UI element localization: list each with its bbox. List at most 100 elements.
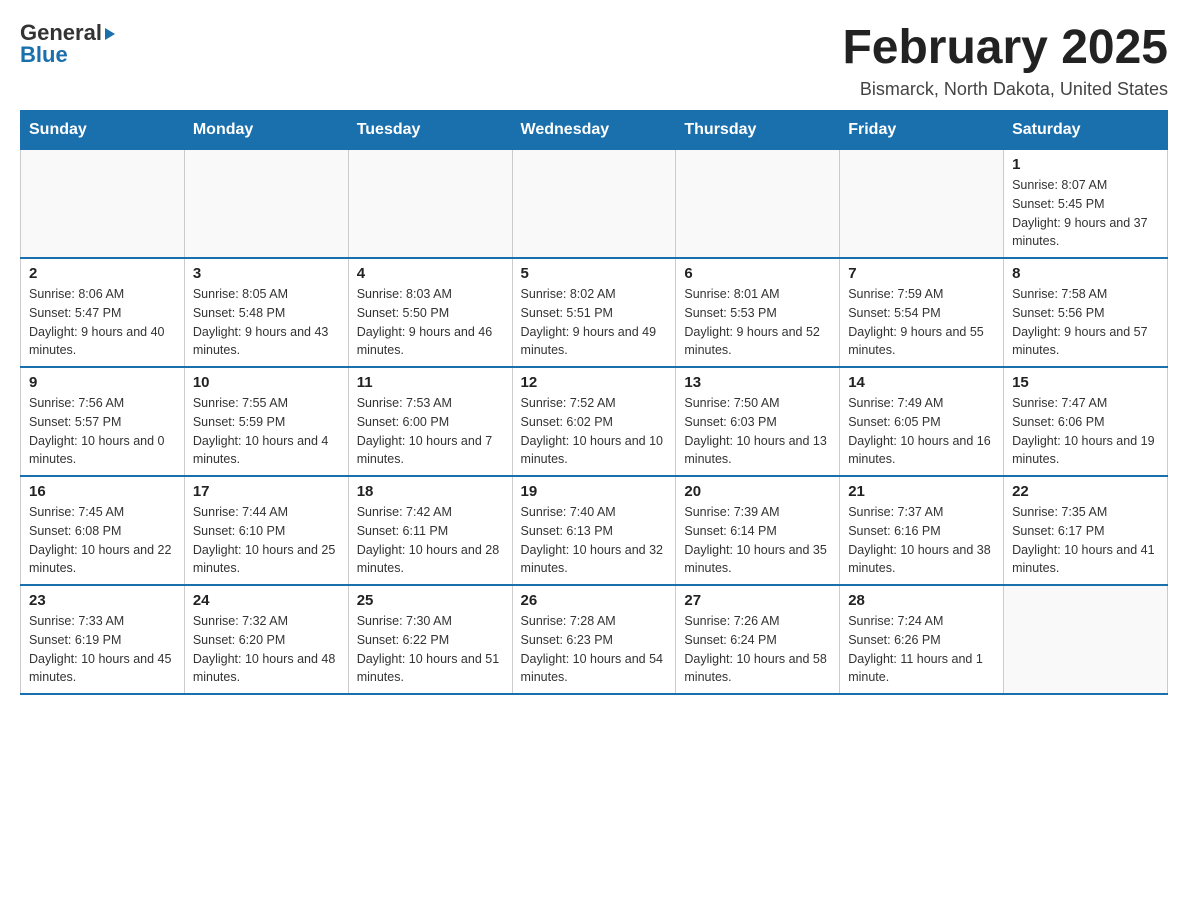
day-number: 13 [684, 374, 831, 391]
day-info: Sunrise: 7:55 AMSunset: 5:59 PMDaylight:… [193, 394, 340, 469]
day-info: Sunrise: 7:35 AMSunset: 6:17 PMDaylight:… [1012, 503, 1159, 578]
day-number: 9 [29, 374, 176, 391]
calendar-cell: 19 Sunrise: 7:40 AMSunset: 6:13 PMDayligh… [512, 476, 676, 585]
logo: General Blue [20, 20, 115, 68]
day-number: 10 [193, 374, 340, 391]
header-saturday: Saturday [1004, 111, 1168, 150]
day-info: Sunrise: 7:39 AMSunset: 6:14 PMDaylight:… [684, 503, 831, 578]
day-info: Sunrise: 8:02 AMSunset: 5:51 PMDaylight:… [521, 285, 668, 360]
day-info: Sunrise: 8:01 AMSunset: 5:53 PMDaylight:… [684, 285, 831, 360]
day-info: Sunrise: 8:03 AMSunset: 5:50 PMDaylight:… [357, 285, 504, 360]
calendar-week-row-1: 1Sunrise: 8:07 AMSunset: 5:45 PMDaylight… [21, 150, 1168, 259]
day-info: Sunrise: 7:47 AMSunset: 6:06 PMDaylight:… [1012, 394, 1159, 469]
day-info: Sunrise: 7:52 AMSunset: 6:02 PMDaylight:… [521, 394, 668, 469]
header-tuesday: Tuesday [348, 111, 512, 150]
calendar-cell [676, 150, 840, 259]
day-info: Sunrise: 7:49 AMSunset: 6:05 PMDaylight:… [848, 394, 995, 469]
calendar-cell: 11 Sunrise: 7:53 AMSunset: 6:00 PMDayligh… [348, 367, 512, 476]
page-header: General Blue February 2025 Bismarck, Nor… [20, 20, 1168, 100]
day-number: 5 [521, 265, 668, 282]
day-number: 4 [357, 265, 504, 282]
day-number: 23 [29, 592, 176, 609]
calendar-cell: 17 Sunrise: 7:44 AMSunset: 6:10 PMDayligh… [184, 476, 348, 585]
day-number: 21 [848, 483, 995, 500]
calendar-cell: 28 Sunrise: 7:24 AMSunset: 6:26 PMDayligh… [840, 585, 1004, 694]
day-number: 17 [193, 483, 340, 500]
day-info: Sunrise: 7:26 AMSunset: 6:24 PMDaylight:… [684, 612, 831, 687]
calendar-cell: 25 Sunrise: 7:30 AMSunset: 6:22 PMDayligh… [348, 585, 512, 694]
calendar-subtitle: Bismarck, North Dakota, United States [842, 79, 1168, 100]
day-info: Sunrise: 7:50 AMSunset: 6:03 PMDaylight:… [684, 394, 831, 469]
day-number: 14 [848, 374, 995, 391]
calendar-cell: 1Sunrise: 8:07 AMSunset: 5:45 PMDaylight… [1004, 150, 1168, 259]
day-info: Sunrise: 7:24 AMSunset: 6:26 PMDaylight:… [848, 612, 995, 687]
day-number: 28 [848, 592, 995, 609]
day-info: Sunrise: 7:58 AMSunset: 5:56 PMDaylight:… [1012, 285, 1159, 360]
calendar-cell: 23 Sunrise: 7:33 AMSunset: 6:19 PMDayligh… [21, 585, 185, 694]
header-wednesday: Wednesday [512, 111, 676, 150]
day-info: Sunrise: 7:30 AMSunset: 6:22 PMDaylight:… [357, 612, 504, 687]
day-number: 6 [684, 265, 831, 282]
calendar-cell [840, 150, 1004, 259]
calendar-cell: 2 Sunrise: 8:06 AMSunset: 5:47 PMDaylight… [21, 258, 185, 367]
calendar-cell: 21 Sunrise: 7:37 AMSunset: 6:16 PMDayligh… [840, 476, 1004, 585]
calendar-cell: 18 Sunrise: 7:42 AMSunset: 6:11 PMDayligh… [348, 476, 512, 585]
calendar-cell: 9 Sunrise: 7:56 AMSunset: 5:57 PMDaylight… [21, 367, 185, 476]
day-info: Sunrise: 7:40 AMSunset: 6:13 PMDaylight:… [521, 503, 668, 578]
calendar-cell [21, 150, 185, 259]
calendar-cell [1004, 585, 1168, 694]
calendar-cell: 20 Sunrise: 7:39 AMSunset: 6:14 PMDayligh… [676, 476, 840, 585]
day-info: Sunrise: 7:33 AMSunset: 6:19 PMDaylight:… [29, 612, 176, 687]
day-info: Sunrise: 7:42 AMSunset: 6:11 PMDaylight:… [357, 503, 504, 578]
day-info: Sunrise: 7:32 AMSunset: 6:20 PMDaylight:… [193, 612, 340, 687]
calendar-cell: 24 Sunrise: 7:32 AMSunset: 6:20 PMDayligh… [184, 585, 348, 694]
day-number: 27 [684, 592, 831, 609]
day-number: 20 [684, 483, 831, 500]
day-info: Sunrise: 8:06 AMSunset: 5:47 PMDaylight:… [29, 285, 176, 360]
day-info: Sunrise: 7:37 AMSunset: 6:16 PMDaylight:… [848, 503, 995, 578]
calendar-table: Sunday Monday Tuesday Wednesday Thursday… [20, 110, 1168, 695]
day-number: 3 [193, 265, 340, 282]
header-monday: Monday [184, 111, 348, 150]
calendar-cell: 7 Sunrise: 7:59 AMSunset: 5:54 PMDaylight… [840, 258, 1004, 367]
day-info: Sunrise: 7:56 AMSunset: 5:57 PMDaylight:… [29, 394, 176, 469]
day-info: Sunrise: 8:07 AMSunset: 5:45 PMDaylight:… [1012, 176, 1159, 251]
day-number: 8 [1012, 265, 1159, 282]
calendar-week-row-3: 9 Sunrise: 7:56 AMSunset: 5:57 PMDaylight… [21, 367, 1168, 476]
calendar-cell: 22 Sunrise: 7:35 AMSunset: 6:17 PMDayligh… [1004, 476, 1168, 585]
calendar-cell: 4 Sunrise: 8:03 AMSunset: 5:50 PMDaylight… [348, 258, 512, 367]
calendar-cell [348, 150, 512, 259]
calendar-cell: 3 Sunrise: 8:05 AMSunset: 5:48 PMDaylight… [184, 258, 348, 367]
calendar-cell: 27 Sunrise: 7:26 AMSunset: 6:24 PMDayligh… [676, 585, 840, 694]
day-number: 18 [357, 483, 504, 500]
calendar-cell [512, 150, 676, 259]
header-friday: Friday [840, 111, 1004, 150]
calendar-header-row: Sunday Monday Tuesday Wednesday Thursday… [21, 111, 1168, 150]
day-number: 19 [521, 483, 668, 500]
calendar-cell: 14 Sunrise: 7:49 AMSunset: 6:05 PMDayligh… [840, 367, 1004, 476]
calendar-cell: 15 Sunrise: 7:47 AMSunset: 6:06 PMDayligh… [1004, 367, 1168, 476]
calendar-cell: 26Sunrise: 7:28 AMSunset: 6:23 PMDayligh… [512, 585, 676, 694]
day-number: 11 [357, 374, 504, 391]
day-number: 7 [848, 265, 995, 282]
calendar-week-row-5: 23 Sunrise: 7:33 AMSunset: 6:19 PMDayligh… [21, 585, 1168, 694]
day-number: 16 [29, 483, 176, 500]
day-number: 22 [1012, 483, 1159, 500]
calendar-cell: 12Sunrise: 7:52 AMSunset: 6:02 PMDayligh… [512, 367, 676, 476]
day-info: Sunrise: 7:53 AMSunset: 6:00 PMDaylight:… [357, 394, 504, 469]
day-number: 15 [1012, 374, 1159, 391]
day-number: 25 [357, 592, 504, 609]
day-info: Sunrise: 7:28 AMSunset: 6:23 PMDaylight:… [521, 612, 668, 687]
day-info: Sunrise: 8:05 AMSunset: 5:48 PMDaylight:… [193, 285, 340, 360]
calendar-cell [184, 150, 348, 259]
day-info: Sunrise: 7:44 AMSunset: 6:10 PMDaylight:… [193, 503, 340, 578]
calendar-cell: 6 Sunrise: 8:01 AMSunset: 5:53 PMDaylight… [676, 258, 840, 367]
calendar-cell: 8 Sunrise: 7:58 AMSunset: 5:56 PMDaylight… [1004, 258, 1168, 367]
day-info: Sunrise: 7:45 AMSunset: 6:08 PMDaylight:… [29, 503, 176, 578]
day-number: 24 [193, 592, 340, 609]
calendar-cell: 10 Sunrise: 7:55 AMSunset: 5:59 PMDayligh… [184, 367, 348, 476]
calendar-title: February 2025 [842, 20, 1168, 75]
header-sunday: Sunday [21, 111, 185, 150]
day-number: 2 [29, 265, 176, 282]
day-info: Sunrise: 7:59 AMSunset: 5:54 PMDaylight:… [848, 285, 995, 360]
